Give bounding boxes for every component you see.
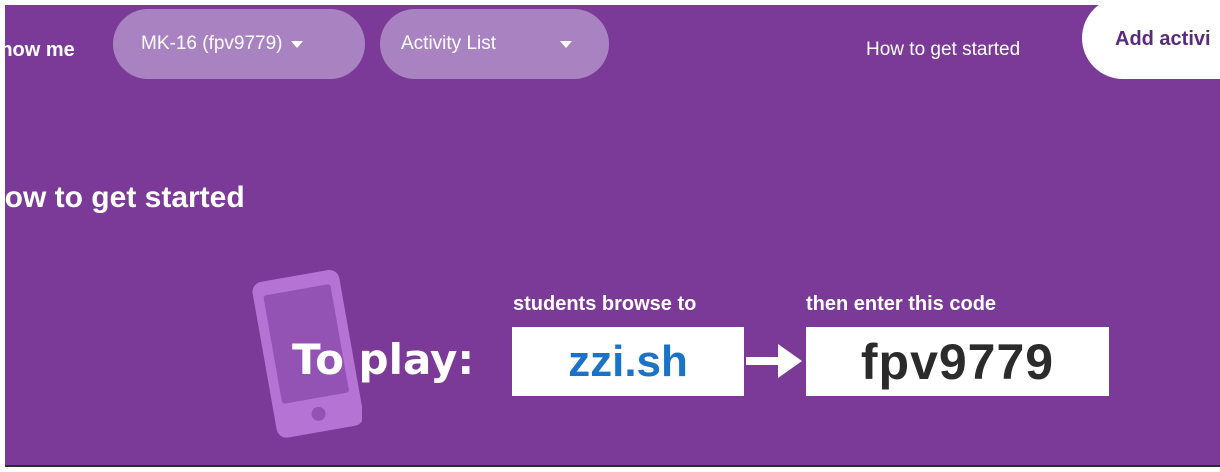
enter-code-label: then enter this code bbox=[806, 293, 997, 315]
join-code: fpv9779 bbox=[860, 333, 1055, 390]
bottom-divider bbox=[0, 465, 1220, 472]
session-select-value: MK-16 (fpv9779) bbox=[141, 33, 283, 54]
main-panel: Show me MK-16 (fpv9779) Activity List Ho… bbox=[5, 5, 1220, 465]
view-select[interactable]: Activity List bbox=[380, 9, 609, 79]
browse-label: students browse to bbox=[513, 293, 697, 315]
arrow-right-icon bbox=[746, 344, 802, 378]
chevron-down-icon bbox=[290, 40, 303, 48]
add-activity-button[interactable]: Add activi bbox=[1082, 5, 1220, 79]
view-select-value: Activity List bbox=[401, 33, 497, 54]
code-box: fpv9779 bbox=[806, 327, 1109, 396]
to-play-label: To play: bbox=[292, 335, 475, 384]
join-url: zzi.sh bbox=[568, 336, 688, 386]
chevron-down-icon bbox=[560, 41, 572, 48]
show-me-label: Show me bbox=[5, 39, 75, 61]
url-box: zzi.sh bbox=[512, 327, 744, 396]
session-select[interactable]: MK-16 (fpv9779) bbox=[113, 9, 365, 79]
section-title: How to get started bbox=[5, 181, 245, 214]
how-to-get-started-link[interactable]: How to get started bbox=[866, 36, 1020, 64]
